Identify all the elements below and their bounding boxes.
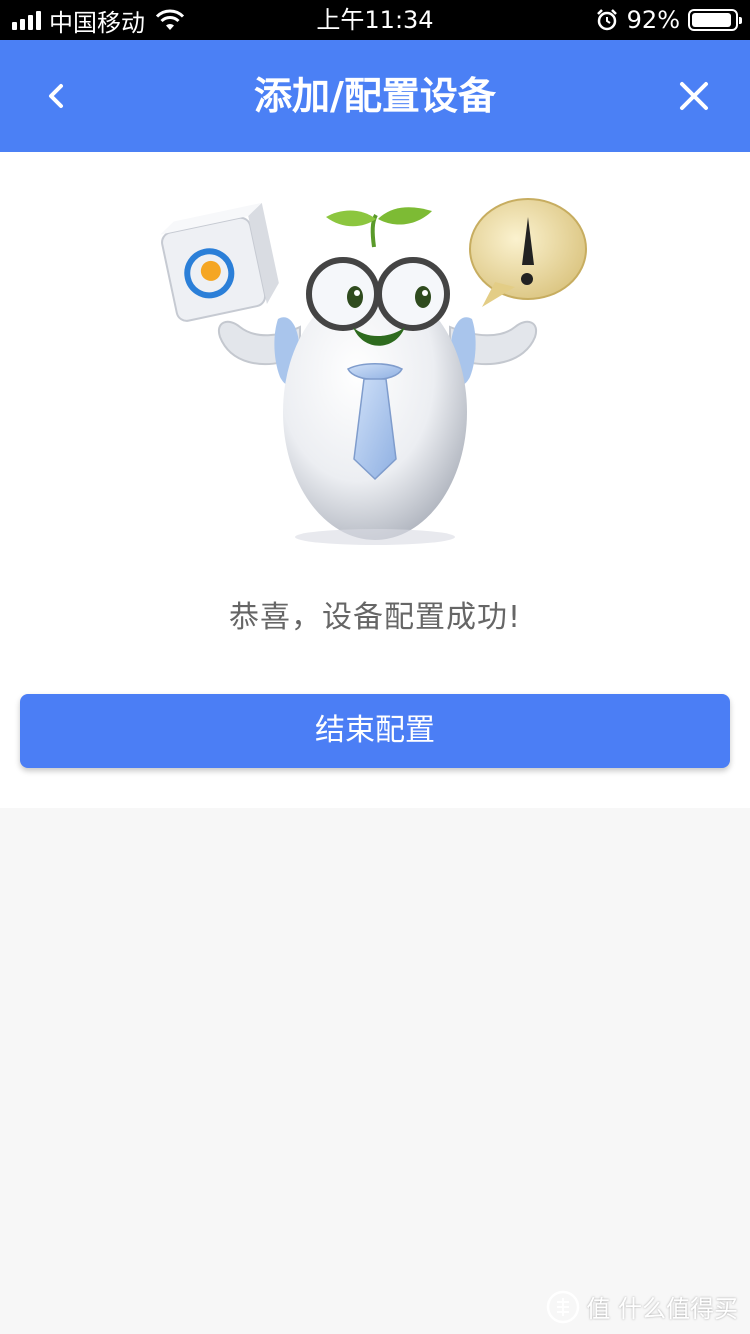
battery-icon (688, 9, 742, 31)
page-title: 添加/配置设备 (254, 74, 496, 118)
battery-percent: 92% (626, 6, 680, 34)
status-bar: 中国移动 上午11:34 92% (0, 0, 750, 40)
watermark: 值 什么值得买 (546, 1289, 738, 1324)
battery-level (692, 13, 731, 27)
main-content: 恭喜，设备配置成功! 结束配置 (0, 152, 750, 808)
watermark-text: 值 什么值得买 (586, 1295, 738, 1323)
finish-config-button[interactable]: 结束配置 (20, 694, 730, 768)
watermark-logo-icon (547, 1290, 580, 1323)
close-icon[interactable] (668, 70, 720, 122)
status-right: 92% (595, 0, 742, 40)
nav-bar: 添加/配置设备 (0, 40, 750, 152)
success-message: 恭喜，设备配置成功! (228, 600, 522, 635)
mascot-illustration (160, 198, 587, 545)
alarm-icon (596, 9, 617, 31)
